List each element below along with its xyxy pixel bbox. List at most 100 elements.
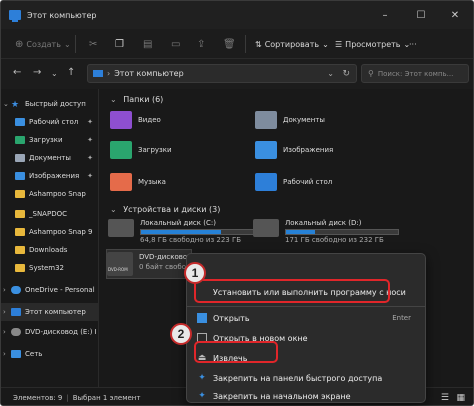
create-button[interactable]: ⊕ Создать ⌄ [11,34,75,54]
sidebar-item-label: _SNAPDOC [29,210,67,218]
sidebar-item-ashampoo-snap-9[interactable]: Ashampoo Snap 9 [1,223,99,241]
chevron-down-icon[interactable]: ⌄ [3,100,11,108]
sidebar-item-system32[interactable]: System32 [1,259,99,277]
menu-item-pin-start[interactable]: ✦ Закрепить на начальном экране [187,386,425,406]
folder-music[interactable]: Музыка [110,173,166,191]
minimize-button[interactable]: – [367,1,403,29]
folder-downloads[interactable]: Загрузки [110,141,172,159]
sidebar-item-label: System32 [29,264,65,272]
sidebar-item-quick-access[interactable]: ⌄ ★ Быстрый доступ [1,95,99,113]
search-input[interactable]: ⚲ Поиск: Этот компь... [361,64,469,83]
sidebar-item-ashampoo-snap[interactable]: Ashampoo Snap [1,185,99,203]
sidebar-item-this-pc[interactable]: › Этот компьютер [1,303,99,321]
view-label: Просмотреть [345,39,401,49]
chevron-down-icon: ⌄ [110,95,117,104]
folder-documents[interactable]: Документы [255,111,325,129]
view-button[interactable]: ☰ Просмотреть ⌄ [331,34,414,54]
folder-desktop[interactable]: Рабочий стол [255,173,332,191]
sidebar-item-pictures[interactable]: Изображения ✦ [1,167,99,185]
sidebar-item-label: Downloads [29,246,68,254]
folder-icon [15,190,25,198]
drive-d-free: 171 ГБ свободно из 232 ГБ [285,236,384,244]
folder-label: Рабочий стол [283,178,333,186]
search-icon: ⚲ [368,69,374,78]
breadcrumb-this-pc[interactable]: Этот компьютер [114,69,183,78]
share-button[interactable]: ⇪ [193,34,209,54]
folder-videos[interactable]: Видео [110,111,161,129]
drive-d[interactable]: Локальный диск (D:) 171 ГБ свободно из 2… [253,219,399,244]
folder-icon [15,246,25,254]
create-label: Создать [26,39,61,49]
sidebar-item-desktop[interactable]: Рабочий стол ✦ [1,113,99,131]
cut-button[interactable]: ✂ [85,34,101,54]
sidebar-item-dvd-drive[interactable]: › DVD-дисковод (E:) I [1,323,99,341]
highlight-install [194,279,390,303]
folders-group-header[interactable]: ⌄ Папки (6) [110,95,163,104]
hard-drive-icon [253,219,279,237]
forward-arrow-icon[interactable]: → [33,67,41,78]
delete-button[interactable]: 🗑 [219,34,240,54]
refresh-icon[interactable]: ↻ [342,69,350,79]
drives-group-header[interactable]: ⌄ Устройства и диски (3) [110,205,220,214]
folders-group-label: Папки (6) [123,95,164,104]
paste-button[interactable]: ▤ [139,34,156,54]
up-arrow-icon[interactable]: ↑ [67,67,75,78]
chevron-right-icon[interactable]: › [3,286,11,294]
open-window-icon [197,313,207,323]
plus-icon: ⊕ [15,38,24,50]
sidebar-item-snapdoc[interactable]: _SNAPDOC [1,205,99,223]
sort-button[interactable]: ⇅ Сортировать ⌄ [251,34,333,54]
selected-count: Выбран 1 элемент [72,393,141,402]
breadcrumb-separator: › [107,69,111,78]
rename-button[interactable]: ▭ [167,34,184,54]
tiles-view-icon[interactable]: ▦ [456,393,465,403]
address-bar[interactable]: › Этот компьютер ⌄ ↻ [87,64,357,83]
close-button[interactable]: ✕ [437,1,473,29]
copy-button[interactable]: ❐ [111,34,128,54]
sidebar-item-network[interactable]: › Сеть [1,345,99,363]
sidebar-item-documents[interactable]: Документы ✦ [1,149,99,167]
chevron-right-icon[interactable]: › [3,328,11,336]
sidebar-item-downloads-folder[interactable]: Downloads [1,241,99,259]
sidebar-item-onedrive[interactable]: › OneDrive - Personal [1,281,99,299]
sidebar-item-label: Быстрый доступ [25,100,86,108]
share-icon: ⇪ [197,38,206,50]
cloud-icon [11,286,21,294]
chevron-down-icon[interactable]: ⌄ [51,69,58,78]
download-folder-icon [110,141,132,159]
back-arrow-icon[interactable]: ← [13,67,21,78]
menu-item-open[interactable]: Открыть Enter [187,308,425,328]
sort-label: Сортировать [264,39,320,49]
chevron-down-icon[interactable]: ⌄ [327,69,334,78]
drive-c[interactable]: Локальный диск (C:) 64,8 ГБ свободно из … [108,219,254,244]
drive-c-free: 64,8 ГБ свободно из 223 ГБ [140,236,242,244]
drive-dvd-free: 0 байт свободно из 0 б [139,263,189,271]
chevron-right-icon[interactable]: › [3,308,11,316]
sort-icon: ⇅ [255,39,262,49]
pin-icon: ✦ [87,154,93,162]
folder-label: Видео [138,116,161,124]
folder-icon [15,264,25,272]
sidebar-item-downloads[interactable]: Загрузки ✦ [1,131,99,149]
desktop-folder-icon [15,118,25,126]
drive-dvd-name: DVD-дисковод (E:) I... [139,253,189,261]
sidebar-item-label: Изображения [29,172,80,180]
view-icon: ☰ [335,39,343,49]
folder-pictures[interactable]: Изображения [255,141,333,159]
desktop-folder-icon [255,173,277,191]
folder-label: Музыка [138,178,166,186]
sidebar-item-label: Ashampoo Snap 9 [29,228,93,236]
maximize-button[interactable]: ☐ [403,1,439,29]
copy-icon: ❐ [115,38,124,50]
download-folder-icon [15,136,25,144]
address-bar-row: ← → ⌄ ↑ › Этот компьютер ⌄ ↻ ⚲ Поиск: Эт… [1,59,473,89]
menu-item-pin-quick-access[interactable]: ✦ Закрепить на панели быстрого доступа [187,368,425,388]
chevron-right-icon[interactable]: › [3,350,11,358]
chevron-down-icon: ⌄ [322,39,329,49]
sidebar-item-label: Сеть [25,350,43,358]
details-view-icon[interactable]: ☰ [441,393,449,403]
menu-item-label: Закрепить на начальном экране [213,391,351,401]
sidebar-item-label: DVD-дисковод (E:) I [25,328,97,336]
search-placeholder: Поиск: Этот компь... [377,69,454,78]
more-options-button[interactable]: ··· [405,34,421,54]
